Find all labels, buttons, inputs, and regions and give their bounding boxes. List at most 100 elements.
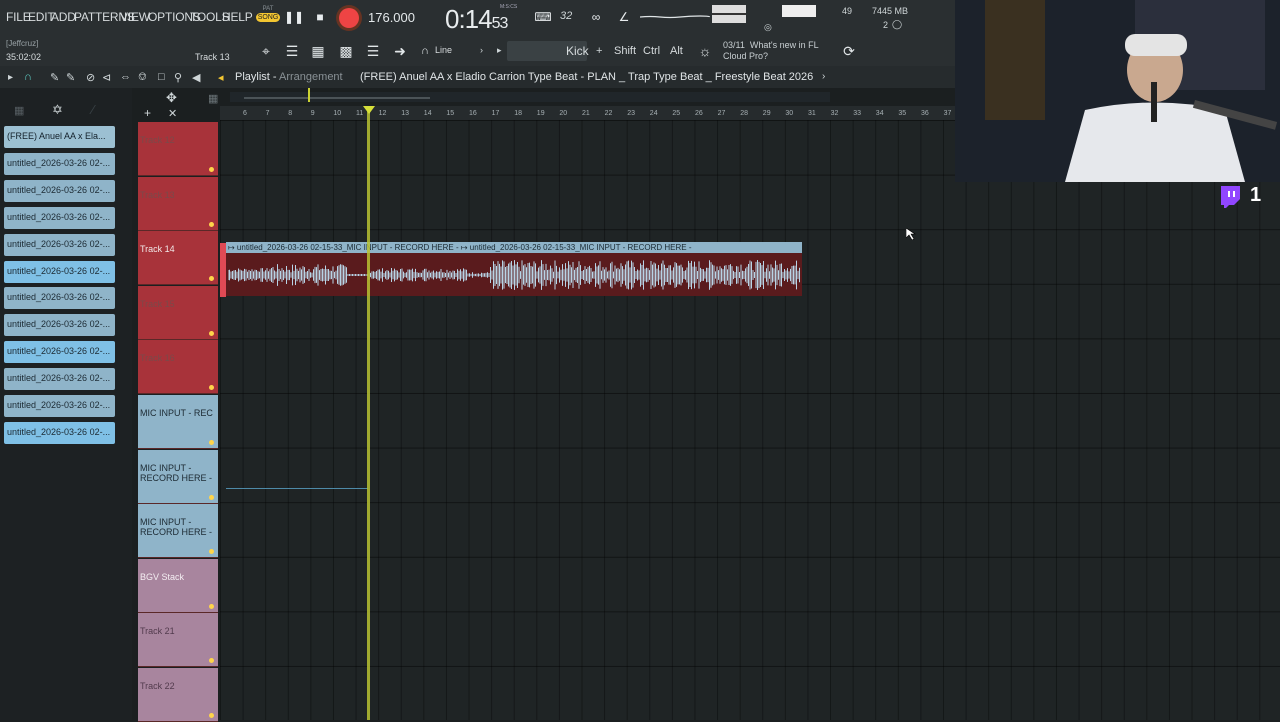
waveform-icon[interactable]: ✡ [52, 102, 63, 118]
track-header[interactable]: Track 12 [138, 122, 218, 176]
ruler-bar-number: 14 [423, 110, 432, 117]
song-time-display[interactable]: 0:1453 [445, 4, 508, 35]
zoom-icon[interactable]: ⚲ [174, 71, 182, 84]
mute-icon[interactable]: ⊲ [102, 71, 111, 84]
track-select-dot[interactable] [209, 549, 214, 555]
slice-icon[interactable]: ⎊ [138, 71, 147, 84]
add-track-icon[interactable]: + [144, 106, 151, 120]
track-select-dot[interactable] [209, 330, 214, 336]
pencil-icon[interactable]: ✎ [50, 71, 59, 84]
clip-edge-handle[interactable] [220, 243, 226, 297]
track-header[interactable]: Track 16 [138, 340, 218, 395]
track-select-dot[interactable] [209, 494, 214, 500]
track-name: Track 16 [140, 353, 175, 364]
pat-song-toggle[interactable]: PAT SONG [256, 6, 280, 30]
arrow-right-icon[interactable]: ➜ [391, 42, 409, 60]
play-arrow-icon[interactable]: ▸ [8, 72, 13, 83]
move-icon[interactable]: ✥ [166, 90, 177, 106]
playback-icon[interactable]: ◀ [192, 71, 200, 84]
track-select-dot[interactable] [209, 221, 214, 227]
browser-item[interactable]: untitled_2026-03-26 02-... [4, 233, 115, 256]
browser-item[interactable]: (FREE) Anuel AA x Ela... [4, 126, 115, 148]
arrangement-grid[interactable] [220, 120, 1280, 720]
ruler-bar-number: 16 [469, 110, 477, 117]
grid-icon[interactable]: ▦ [208, 92, 218, 105]
select-icon[interactable]: □ [158, 71, 165, 83]
track-name: Track 13 [140, 189, 175, 200]
ruler-bar-number: 17 [491, 110, 500, 117]
playlist-icon[interactable]: ☰ [283, 42, 301, 60]
tempo-display[interactable]: 176.000 [368, 10, 415, 25]
clip-title: ↦ untitled_2026-03-26 02-15-33_MIC INPUT… [228, 243, 692, 252]
browser-item[interactable]: untitled_2026-03-26 02-... [4, 368, 115, 391]
pattern-number[interactable]: 32 [560, 10, 572, 22]
menu-add[interactable]: ADD [51, 10, 76, 24]
track-header[interactable]: BGV Stack [138, 558, 218, 613]
track-select-dot[interactable] [209, 658, 214, 664]
magnet-icon[interactable]: ∩ [24, 71, 32, 83]
news-panel[interactable]: 03/11 What's new in FL Cloud Pro? [723, 40, 819, 62]
playhead-marker[interactable] [363, 106, 375, 114]
track-header[interactable]: Track 14 [138, 231, 218, 286]
browser-item[interactable]: untitled_2026-03-26 02-... [4, 152, 115, 175]
track-select-dot[interactable] [209, 167, 214, 172]
loop-record-icon[interactable]: ∞ [588, 9, 604, 25]
close-icon[interactable]: ✕ [168, 107, 177, 120]
mixer-icon[interactable]: ☰ [364, 42, 382, 60]
channel-rack-icon[interactable]: ▩ [337, 42, 355, 60]
snap-icon[interactable]: ⌖ [257, 42, 275, 60]
download-icon[interactable]: ⟳ [840, 42, 858, 60]
playhead[interactable] [367, 106, 370, 720]
browser-item[interactable]: untitled_2026-03-26 02-... [4, 287, 115, 310]
browser-item[interactable]: untitled_2026-03-26 02-... [4, 341, 115, 364]
news-line-1: What's new in FL [749, 40, 819, 50]
piano-icon[interactable]: ▦ [14, 104, 24, 117]
track-header[interactable]: MIC INPUT - REC [138, 395, 218, 449]
track-select-dot[interactable] [209, 603, 214, 609]
speaker-icon[interactable]: ◂ [218, 71, 224, 84]
stop-icon[interactable]: ■ [312, 9, 328, 25]
delete-icon[interactable]: ⊘ [86, 71, 95, 84]
ruler-bar-number: 31 [808, 110, 816, 117]
snap-mode-select[interactable]: Line [435, 45, 452, 55]
track-header[interactable]: Track 21 [138, 613, 218, 668]
browser-item[interactable]: untitled_2026-03-26 02-... [4, 314, 115, 337]
record-button[interactable] [339, 8, 359, 28]
track-select-dot[interactable] [209, 713, 214, 718]
ctrl-key: Ctrl [643, 45, 661, 57]
pause-icon[interactable]: ❚❚ [284, 9, 304, 25]
play-small-icon[interactable]: ▸ [497, 45, 502, 56]
scrollbar-thumb[interactable] [244, 97, 430, 99]
menu-view[interactable]: VIEW [120, 10, 150, 24]
paint-icon[interactable]: ✎ [66, 71, 75, 84]
automation-icon[interactable]: ∕ [92, 102, 94, 117]
slip-icon[interactable]: ⇔ [120, 71, 131, 83]
browser-item[interactable]: untitled_2026-03-26 02-... [4, 395, 115, 417]
browser-item[interactable]: untitled_2026-03-26 02-... [4, 260, 115, 283]
menu-help[interactable]: HELP [222, 10, 253, 24]
browser-item[interactable]: untitled_2026-03-26 02-... [4, 421, 115, 444]
typing-keyboard-icon[interactable]: ⌨ [533, 9, 553, 25]
track-header[interactable]: MIC INPUT - RECORD HERE - [138, 449, 218, 504]
piano-roll-icon[interactable]: ▦ [309, 42, 327, 60]
track-select-dot[interactable] [209, 385, 214, 391]
ruler-bar-number: 15 [446, 110, 455, 117]
track-header[interactable]: Track 15 [138, 285, 218, 340]
plus-icon: + [596, 45, 603, 57]
ruler-bar-number: 37 [943, 110, 952, 117]
track-select-dot[interactable] [209, 440, 214, 445]
track-header[interactable]: Track 13 [138, 176, 218, 231]
track-header[interactable]: Track 22 [138, 668, 218, 722]
ruler-bar-number: 18 [514, 110, 522, 117]
track-header[interactable]: MIC INPUT - RECORD HERE - [138, 504, 218, 559]
magnet-icon[interactable]: ∩ [416, 42, 434, 60]
metronome-icon[interactable]: ∠ [616, 9, 632, 25]
playlist-title: Playlist - Arrangement [235, 71, 343, 83]
ruler-bar-number: 32 [830, 110, 839, 117]
news-icon[interactable]: ☼ [696, 42, 714, 60]
menu-file[interactable]: FILE [6, 10, 31, 24]
browser-item[interactable]: untitled_2026-03-26 02-... [4, 206, 115, 229]
browser-item[interactable]: untitled_2026-03-26 02-... [4, 179, 115, 202]
track-select-dot[interactable] [209, 276, 214, 282]
track-name: Track 14 [140, 244, 175, 255]
